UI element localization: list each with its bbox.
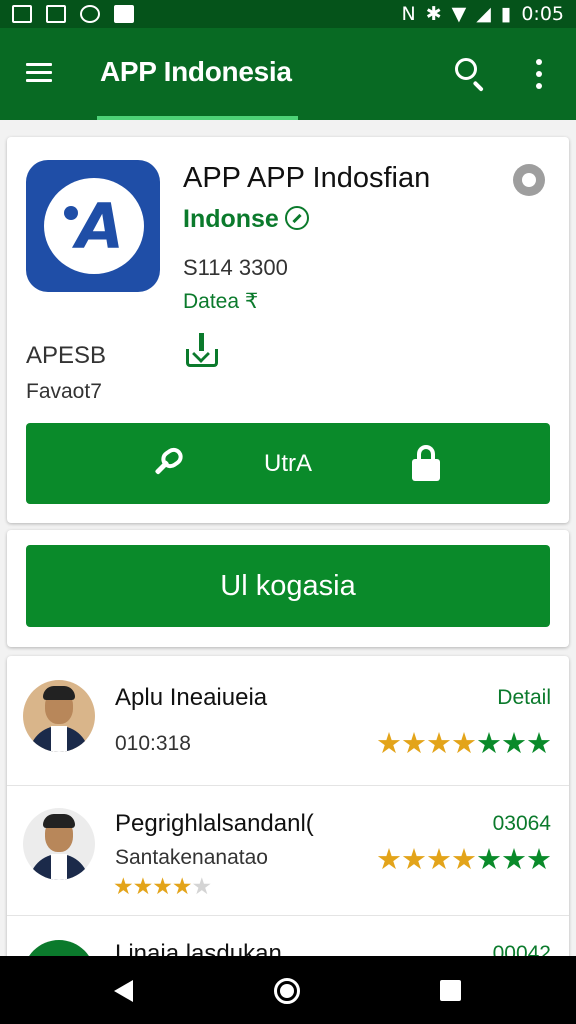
secondary-action-button[interactable]: Ul kogasia [26, 545, 550, 627]
app-bar: APP Indonesia [0, 28, 576, 120]
developer-name: Indonse [183, 205, 279, 233]
review-subtitle: Santakenanatao [115, 846, 268, 869]
bluetooth-icon: ✱ [425, 3, 442, 25]
app-code: S114 3300 [183, 255, 288, 280]
status-time: 0:05 [521, 3, 564, 25]
rating-stars: ★★★★★★★ [376, 726, 552, 760]
alarm-icon [80, 5, 100, 23]
download-icon[interactable] [184, 333, 220, 369]
favorite-label: Favaot7 [26, 380, 102, 403]
nfc-icon: N [401, 3, 416, 25]
app-detail-card: A APP APP Indosfian Indonse S114 3300 Da… [7, 137, 569, 523]
status-bar: N ✱ ▼ ◢ ▮ 0:05 [0, 0, 576, 28]
image-icon [46, 5, 66, 23]
review-subtitle: 010:318 [115, 732, 191, 755]
menu-icon[interactable] [26, 63, 52, 83]
back-icon[interactable] [114, 980, 133, 1002]
secondary-card: Ul kogasia [7, 530, 569, 647]
navigation-bar [0, 956, 576, 1024]
developer-link[interactable]: Indonse [183, 205, 309, 234]
chart-icon [114, 5, 134, 23]
recents-icon[interactable] [440, 980, 461, 1001]
review-item[interactable]: Pegrighlalsandanl( Santakenanatao ★★★★★ … [7, 786, 569, 916]
lock-icon [412, 445, 440, 481]
user-rating-stars: ★★★★★ [113, 874, 212, 900]
key-icon [151, 444, 187, 481]
battery-icon: ▮ [500, 3, 512, 25]
search-icon[interactable] [455, 58, 487, 92]
primary-action-label: UtrA [264, 449, 312, 477]
verified-badge-icon [284, 206, 309, 230]
app-logo-icon: A [26, 160, 160, 292]
gallery-icon [12, 5, 32, 23]
review-item[interactable]: Aplu Ineaiueia 010:318 Detail ★★★★★★★ [7, 656, 569, 786]
size-label: APESB [26, 342, 107, 369]
reviewer-name: Pegrighlalsandanl( [115, 810, 314, 837]
reviewer-name: Aplu Ineaiueia [115, 684, 268, 711]
settings-icon[interactable] [513, 164, 545, 196]
rating-stars: ★★★★★★★ [376, 842, 552, 876]
avatar [23, 808, 95, 880]
primary-action-button[interactable]: UtrA [26, 423, 550, 504]
review-count: 03064 [492, 812, 551, 835]
app-subtitle: Datea ₹ [183, 290, 259, 313]
secondary-action-label: Ul kogasia [220, 569, 356, 602]
wifi-icon: ▼ [451, 3, 467, 25]
reviews-card: Aplu Ineaiueia 010:318 Detail ★★★★★★★ Pe… [7, 656, 569, 1012]
app-name: APP APP Indosfian [183, 162, 431, 194]
signal-icon: ◢ [476, 3, 491, 25]
more-vert-icon[interactable] [534, 59, 544, 89]
home-icon[interactable] [274, 978, 300, 1004]
tab-indicator [97, 116, 298, 120]
app-title: APP Indonesia [100, 56, 292, 87]
review-detail-link[interactable]: Detail [497, 686, 551, 710]
avatar [23, 680, 95, 752]
